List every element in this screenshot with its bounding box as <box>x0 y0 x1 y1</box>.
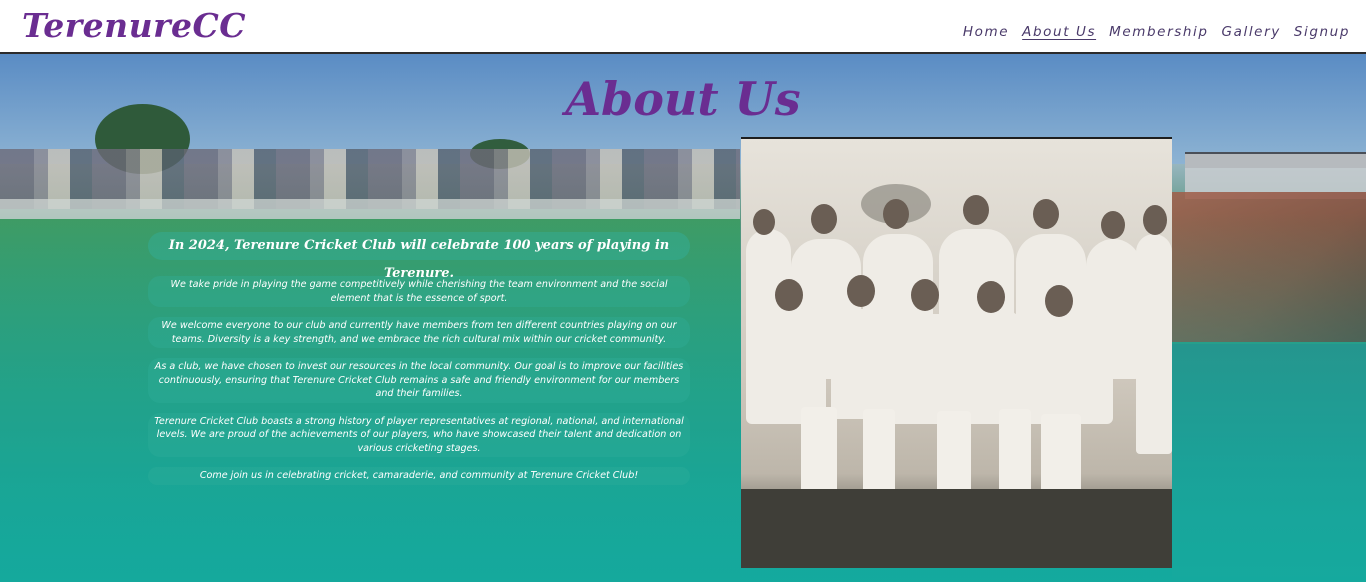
photo-player <box>953 309 1028 424</box>
photo-player <box>1023 314 1113 424</box>
photo-player-head <box>883 199 909 229</box>
nav-link-gallery[interactable]: Gallery <box>1222 24 1281 40</box>
nav-link-membership[interactable]: Membership <box>1109 24 1208 40</box>
about-paragraph: Come join us in celebrating cricket, cam… <box>148 467 690 485</box>
about-paragraph: We welcome everyone to our club and curr… <box>148 317 690 348</box>
photo-player-head <box>977 281 1005 313</box>
photo-player-head <box>753 209 775 235</box>
nav-link-about-us[interactable]: About Us <box>1022 24 1096 40</box>
photo-player-head <box>963 195 989 225</box>
photo-ground <box>741 489 1172 568</box>
about-paragraph: We take pride in playing the game compet… <box>148 276 690 307</box>
photo-player-head <box>1101 211 1125 239</box>
historic-team-photo <box>741 137 1172 568</box>
nav-link-signup[interactable]: Signup <box>1294 24 1350 40</box>
about-text-column: In 2024, Terenure Cricket Club will cele… <box>148 232 690 495</box>
photo-player-head <box>847 275 875 307</box>
nav-link-home[interactable]: Home <box>963 24 1009 40</box>
main-nav: Home About Us Membership Gallery Signup <box>963 24 1350 40</box>
photo-player-head <box>1033 199 1059 229</box>
photo-player-head <box>811 204 837 234</box>
photo-player-head <box>1045 285 1073 317</box>
photo-player <box>746 304 826 424</box>
photo-player <box>1136 234 1172 454</box>
photo-player-head <box>1143 205 1167 235</box>
about-paragraph: As a club, we have chosen to invest our … <box>148 358 690 403</box>
site-logo[interactable]: TerenureCC <box>22 6 246 45</box>
intro-heading: In 2024, Terenure Cricket Club will cele… <box>148 232 690 281</box>
photo-player-head <box>775 279 803 311</box>
about-paragraph: Terenure Cricket Club boasts a strong hi… <box>148 412 690 457</box>
site-header: TerenureCC Home About Us Membership Gall… <box>0 0 1366 54</box>
page-title: About Us <box>565 72 801 126</box>
photo-player-head <box>911 279 939 311</box>
